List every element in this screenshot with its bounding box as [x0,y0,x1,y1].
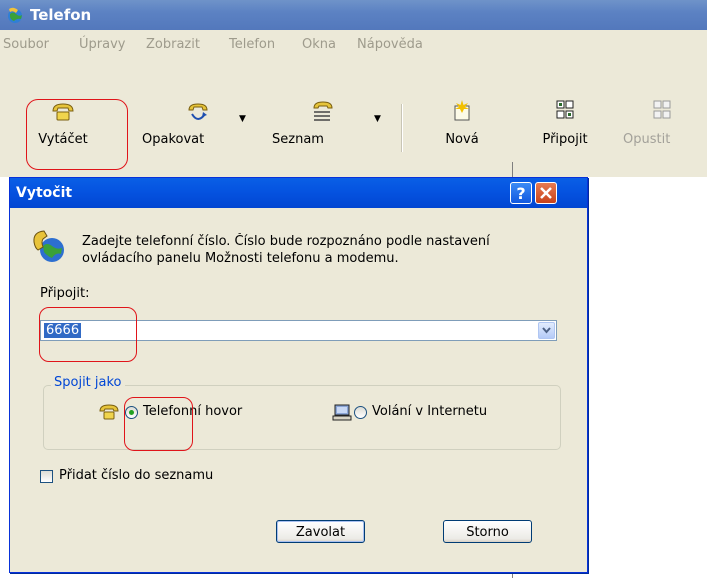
intro-text: Zadejte telefonní číslo. Číslo bude rozp… [82,234,490,266]
chevron-down-icon [542,327,551,334]
combobox-dropdown-button[interactable] [538,322,555,339]
toolbar-connect-label: Připojit [542,132,588,147]
toolbar-new-label: Nová [445,132,479,147]
connect-as-label: Spojit jako [51,375,125,390]
close-icon [540,187,552,199]
menu-telefon[interactable]: Telefon [229,37,275,52]
dial-dialog: Vytočit ? Zadejte telefonní číslo. Číslo… [9,177,588,573]
add-to-list-checkbox[interactable] [40,470,53,483]
toolbar-redial-button[interactable]: Opakovat ▼ [140,98,255,158]
toolbar-leave-label: Opustit [623,132,671,147]
toolbar-list-button[interactable]: Seznam ▼ [262,98,382,158]
menu-upravy[interactable]: Úpravy [79,37,125,52]
app-globe-icon [8,7,22,23]
redial-dropdown-arrow[interactable]: ▼ [239,114,246,124]
menu-soubor[interactable]: Soubor [3,37,49,52]
list-dropdown-arrow[interactable]: ▼ [374,114,381,124]
add-to-list-label[interactable]: Přidat číslo do seznamu [59,468,213,483]
redial-icon [187,103,208,120]
toolbar-redial-label: Opakovat [142,132,205,147]
toolbar-connect-button[interactable]: Připojit [530,98,600,158]
phonebook-icon [313,101,333,121]
dialog-title-bar: Vytočit ? [10,178,587,208]
menu-okna[interactable]: Okna [302,37,336,52]
toolbar-new-button[interactable]: Nová [432,98,492,158]
telephone-icon [99,404,119,420]
leave-icon [653,100,671,119]
toolbar-band [0,60,707,91]
toolbar-separator [401,104,403,152]
connect-icon [556,100,574,119]
connect-label: Připojit: [40,286,90,301]
new-call-icon [454,100,470,121]
close-button[interactable] [535,182,557,204]
radio-internet-call[interactable] [354,406,367,419]
phone-globe-icon [33,230,64,262]
call-button[interactable]: Zavolat [276,520,365,543]
menu-napoveda[interactable]: Nápověda [357,37,423,52]
toolbar-list-label: Seznam [272,132,324,147]
toolbar-leave-button[interactable]: Opustit [620,98,707,158]
window-title: Telefon [30,6,92,24]
menu-bar: Soubor Úpravy Zobrazit Telefon Okna Nápo… [0,30,707,61]
help-icon: ? [516,184,526,203]
cancel-button[interactable]: Storno [443,520,532,543]
option-internet-label[interactable]: Volání v Internetu [372,404,487,419]
help-button[interactable]: ? [510,182,532,204]
main-title-bar: Telefon [0,0,707,30]
menu-zobrazit[interactable]: Zobrazit [146,37,200,52]
annotation-highlight [26,99,128,170]
dialog-title: Vytočit [16,185,73,201]
annotation-highlight [39,307,137,362]
annotation-highlight [124,397,193,451]
computer-icon [332,404,352,421]
